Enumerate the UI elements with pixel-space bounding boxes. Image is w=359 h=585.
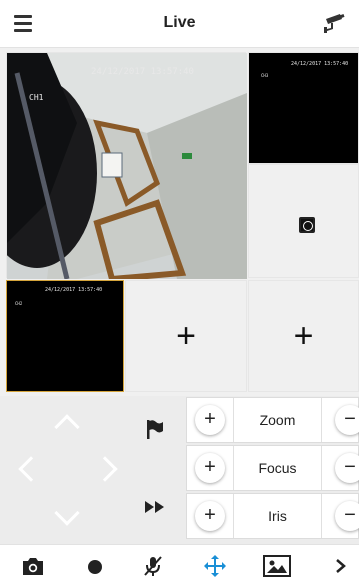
channel-label: CH1 <box>29 93 44 102</box>
timestamp-overlay: 24/12/2017 13:57:40 <box>45 287 103 293</box>
record-status-icon <box>299 217 315 233</box>
image-icon[interactable] <box>262 554 292 578</box>
video-tile-empty-middle[interactable]: + <box>125 280 247 392</box>
channel-label: CH2 <box>15 301 23 306</box>
channel-label: CH3 <box>261 73 269 78</box>
video-tile-empty-right[interactable] <box>248 164 359 278</box>
add-camera-icon[interactable]: + <box>294 319 314 353</box>
fast-forward-icon[interactable] <box>142 494 168 520</box>
focus-out-button[interactable]: − <box>335 453 359 483</box>
app-header: Live <box>0 0 359 48</box>
mic-off-icon[interactable] <box>140 554 166 578</box>
camera-icon[interactable] <box>20 554 46 578</box>
iris-label: Iris <box>233 494 322 538</box>
pan-left-icon[interactable] <box>18 456 44 482</box>
zoom-control: + Zoom − <box>186 397 359 443</box>
bottom-toolbar <box>0 544 359 585</box>
video-tile-ch3[interactable]: 24/12/2017 13:57:40 CH3 <box>248 52 359 164</box>
record-icon[interactable] <box>82 554 108 578</box>
zoom-label: Zoom <box>233 398 322 442</box>
add-camera-icon[interactable]: + <box>176 319 196 353</box>
focus-label: Focus <box>233 446 322 490</box>
direction-pad <box>0 396 130 544</box>
pan-up-icon[interactable] <box>54 414 80 440</box>
timestamp-overlay: 24/12/2017 13:57:40 <box>291 61 349 67</box>
move-icon[interactable] <box>202 554 228 578</box>
zoom-in-button[interactable]: + <box>195 405 225 435</box>
iris-control: + Iris − <box>186 493 359 539</box>
page-title: Live <box>163 14 196 31</box>
video-tile-ch2[interactable]: 24/12/2017 13:57:40 CH2 <box>6 280 124 392</box>
ptz-panel: + Zoom − + Focus − + Iris − <box>0 396 359 544</box>
preset-flag-icon[interactable] <box>142 416 168 442</box>
chevron-right-icon[interactable] <box>328 554 354 578</box>
video-tile-empty-bottom-right[interactable]: + <box>248 280 359 392</box>
pan-right-icon[interactable] <box>92 456 118 482</box>
pan-down-icon[interactable] <box>54 500 80 526</box>
iris-open-button[interactable]: + <box>195 501 225 531</box>
iris-close-button[interactable]: − <box>335 501 359 531</box>
camera-view-ch1 <box>7 53 247 279</box>
focus-control: + Focus − <box>186 445 359 491</box>
cctv-camera-icon[interactable] <box>321 10 347 36</box>
timestamp-overlay: 24/12/2017 13:57:40 <box>91 67 194 77</box>
video-grid: 24/12/2017 13:57:40 CH1 24/12/2017 13:57… <box>0 48 359 396</box>
focus-in-button[interactable]: + <box>195 453 225 483</box>
video-tile-ch1[interactable]: 24/12/2017 13:57:40 CH1 <box>6 52 247 279</box>
zoom-out-button[interactable]: − <box>335 405 359 435</box>
